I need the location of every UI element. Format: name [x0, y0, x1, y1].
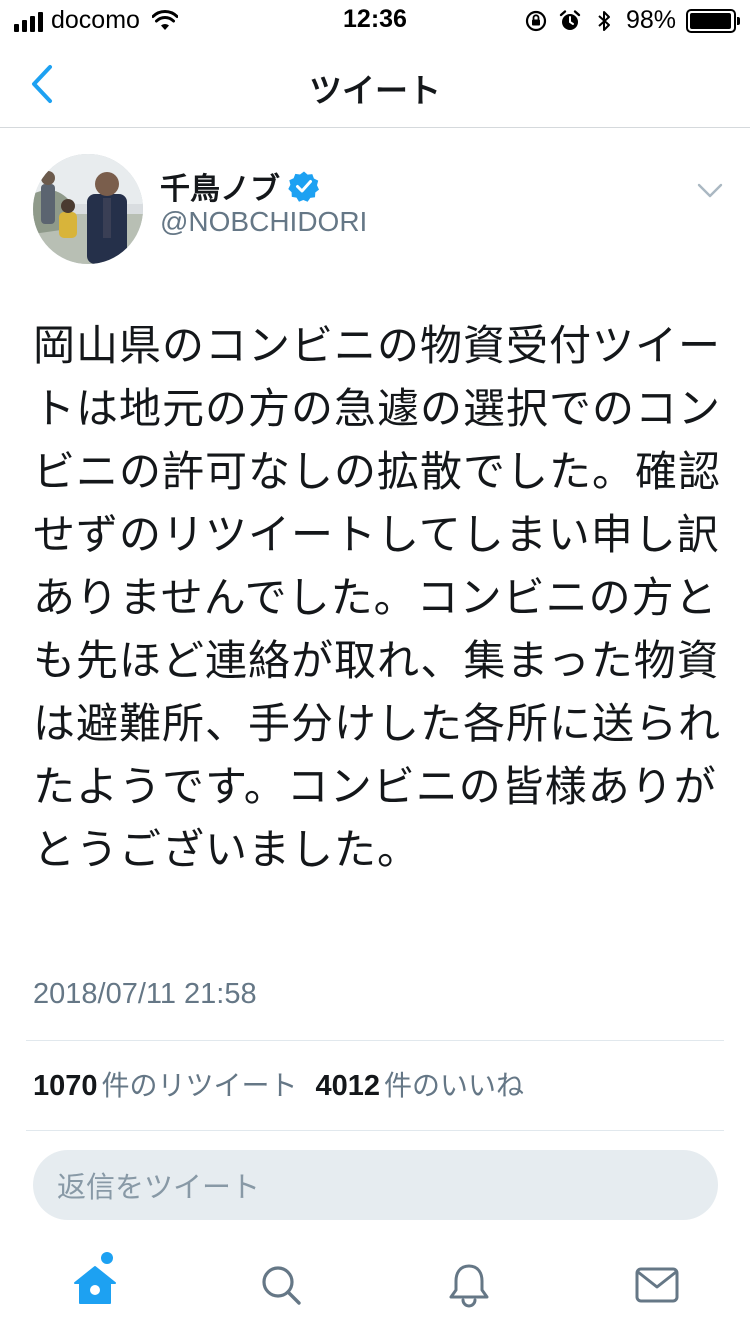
battery-percent: 98%: [625, 6, 676, 34]
nav-bar: ツイート: [0, 40, 750, 128]
bluetooth-icon: [598, 10, 610, 31]
tab-messages[interactable]: [632, 1260, 682, 1310]
retweets-stat[interactable]: 1070 件のリツイート: [33, 1064, 298, 1104]
tab-home[interactable]: [70, 1260, 120, 1310]
tweet-stats: 1070 件のリツイート 4012 件のいいね: [33, 1064, 524, 1104]
author-handle[interactable]: @NOBCHIDORI: [160, 206, 367, 238]
home-icon: [74, 1266, 116, 1304]
tweet-text: 岡山県のコンビニの物資受付ツイートは地元の方の急遽の選択でのコンビニの許可なしの…: [33, 321, 722, 874]
tab-bar: [0, 1236, 750, 1334]
battery-icon: [686, 8, 740, 33]
rotation-lock-icon: [525, 10, 547, 31]
verified-badge-icon: [288, 171, 319, 202]
search-icon: [262, 1266, 301, 1305]
avatar[interactable]: [33, 154, 143, 264]
reply-input[interactable]: 返信をツイート: [33, 1150, 718, 1220]
new-content-dot: [101, 1252, 113, 1264]
messages-icon: [635, 1267, 679, 1303]
page-title: ツイート: [309, 71, 441, 110]
status-right: 98%: [524, 6, 740, 35]
tab-search[interactable]: [256, 1260, 306, 1310]
alarm-icon: [559, 9, 581, 30]
author-name[interactable]: 千鳥ノブ: [160, 164, 280, 208]
author-name-row[interactable]: 千鳥ノブ: [160, 164, 320, 208]
status-bar: docomo 12:36 98%: [0, 0, 750, 40]
tweet-options-button[interactable]: [690, 174, 730, 208]
likes-stat[interactable]: 4012 件のいいね: [316, 1064, 525, 1104]
retweet-label: 件のリツイート: [101, 1069, 298, 1102]
tab-notifications[interactable]: [444, 1260, 494, 1310]
avatar-photo: [33, 154, 143, 264]
like-count: 4012: [315, 1070, 381, 1102]
divider: [26, 1130, 724, 1131]
reply-placeholder: 返信をツイート: [57, 1170, 261, 1204]
divider: [26, 1040, 724, 1041]
battery-fill: [690, 12, 732, 29]
chevron-down-icon: [697, 183, 723, 198]
notifications-icon: [449, 1264, 489, 1308]
like-label: 件のいいね: [384, 1069, 525, 1102]
tweet-timestamp: 2018/07/11 21:58: [33, 978, 257, 1010]
retweet-count: 1070: [33, 1070, 98, 1102]
